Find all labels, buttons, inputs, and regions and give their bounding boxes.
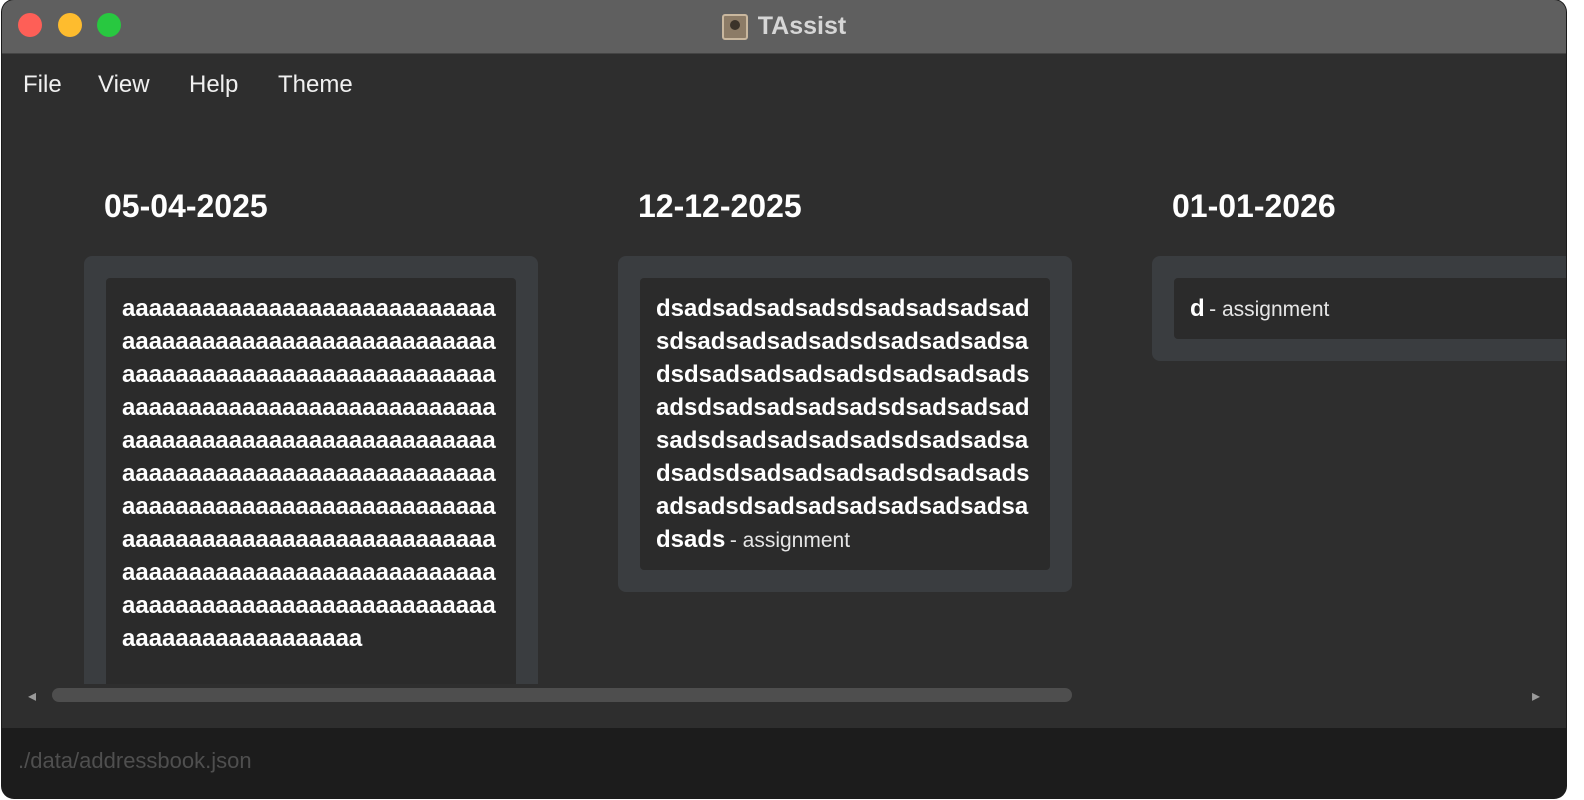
assignment-type: - assignment — [729, 529, 851, 552]
column-date: 01-01-2026 — [1172, 188, 1336, 224]
assignment-type: - assignment — [1209, 298, 1330, 321]
assignment-name: aaaaaaaaaaaaaaaaaaaaaaaaaaaaaaaaaaaaaaaa… — [122, 295, 496, 652]
status-bar: ./data/addressbook.json — [2, 728, 1566, 798]
horizontal-scrollbar[interactable]: ◂ ▸ — [2, 684, 1566, 708]
assignment-card[interactable]: dsadsadsadsadsdsadsadsadsadsdsadsadsadsa… — [640, 278, 1050, 570]
assignment-name: d — [1190, 295, 1205, 322]
menu-view[interactable]: View — [98, 71, 150, 99]
column-date: 12-12-2025 — [638, 188, 802, 224]
column-date: 05-04-2025 — [104, 188, 268, 224]
menu-help[interactable]: Help — [189, 71, 238, 99]
menu-theme[interactable]: Theme — [278, 71, 353, 99]
menu-bar: File View Help Theme — [2, 54, 1566, 116]
scroll-right-arrow-icon[interactable]: ▸ — [1532, 686, 1540, 706]
address-book-icon — [721, 13, 748, 40]
assignment-card[interactable]: aaaaaaaaaaaaaaaaaaaaaaaaaaaaaaaaaaaaaaaa… — [106, 278, 516, 708]
data-file-path: ./data/addressbook.json — [18, 748, 252, 773]
title-group: TAssist — [2, 0, 1566, 53]
assignment-name: dsadsadsadsadsdsadsadsadsadsdsadsadsadsa… — [656, 295, 1030, 553]
column-panel: dsadsadsadsadsdsadsadsadsadsdsadsadsadsa… — [618, 256, 1072, 592]
app-window: TAssist File View Help Theme 05-04-2025 … — [2, 0, 1566, 798]
scroll-left-arrow-icon[interactable]: ◂ — [28, 686, 36, 706]
calendar-view: 05-04-2025 aaaaaaaaaaaaaaaaaaaaaaaaaaaaa… — [2, 116, 1566, 728]
menu-file[interactable]: File — [23, 71, 62, 99]
column-panel: aaaaaaaaaaaaaaaaaaaaaaaaaaaaaaaaaaaaaaaa… — [84, 256, 538, 708]
window-title: TAssist — [757, 12, 847, 40]
column-panel: d - assignment — [1152, 256, 1566, 361]
assignment-card[interactable]: d - assignment — [1174, 278, 1566, 339]
scrollbar-thumb[interactable] — [52, 688, 1072, 702]
title-bar: TAssist — [2, 0, 1566, 54]
